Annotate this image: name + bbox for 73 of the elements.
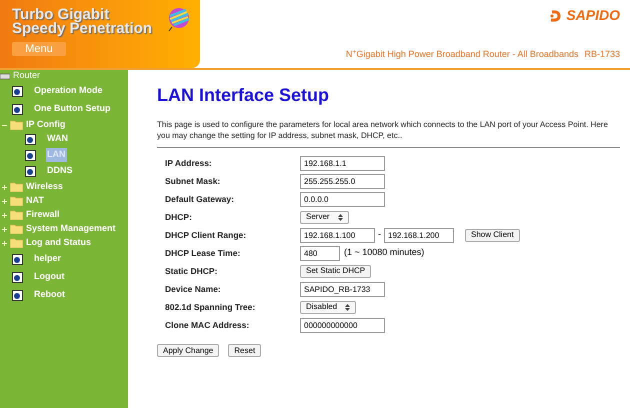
folder-icon [10,210,23,220]
nav-link[interactable]: helper [33,252,62,266]
lease-note: (1 ~ 10080 minutes) [344,246,424,260]
form-button[interactable]: Set Static DHCP [300,264,372,278]
banner-title: Turbo Gigabit [12,8,110,22]
nav-folder[interactable]: Log and Status [26,236,91,250]
nav-folder[interactable]: System Management [26,222,116,236]
nav-link[interactable]: WAN [46,132,69,146]
folder-icon [10,120,23,130]
input-field[interactable]: SAPIDO_RB-1733 [300,282,385,296]
nav-link[interactable]: One Button Setup [33,102,112,116]
folder-icon [10,238,23,248]
input-field[interactable]: 192.168.1.1 [300,156,385,170]
folder-icon [10,182,23,192]
input-field[interactable]: 480 [300,246,340,260]
nav-link[interactable]: Reboot [33,288,66,302]
field-label: Subnet Mask: [165,174,222,188]
tagline: N$^{+}$Gigabit High Power Broadband Router - All Broadbands RB-1733 [346,48,620,61]
range-separator: - [378,228,381,242]
balloon-icon [166,6,192,32]
folder-icon [10,196,23,206]
page-icon [25,166,36,176]
updown-icon [338,214,343,220]
page-title: LAN Interface Setup [157,84,330,107]
nav-folder[interactable]: Wireless [26,180,63,194]
input-field[interactable]: 192.168.1.100 [300,228,375,242]
field-label: Static DHCP: [165,264,218,278]
plus-icon[interactable] [2,226,7,232]
page-icon [12,272,23,282]
form-button[interactable]: Apply Change [157,344,220,357]
input-field[interactable]: 192.168.1.200 [384,228,454,242]
field-label: DHCP Client Range: [165,228,248,242]
nav-folder[interactable]: NAT [26,194,44,208]
field-label: IP Address: [165,156,213,170]
plus-icon[interactable] [2,212,7,218]
plus-icon[interactable] [2,184,7,190]
input-field[interactable]: 000000000000 [300,318,385,332]
input-field[interactable]: 0.0.0.0 [300,192,385,206]
nav-folder[interactable]: Firewall [26,208,60,222]
form-button[interactable]: Show Client [465,228,520,242]
menu-button[interactable]: Menu [12,42,66,56]
form-button[interactable]: Reset [228,344,262,357]
nav-link[interactable]: Operation Mode [33,84,104,98]
select-field[interactable]: Server [300,210,349,224]
folder-icon [10,224,23,234]
nav-link[interactable]: DDNS [46,164,74,178]
logo-icon [549,8,564,22]
field-label: 802.1d Spanning Tree: [165,300,256,314]
page-icon [12,104,23,114]
nav-folder[interactable]: IP Config [26,118,66,132]
field-label: Clone MAC Address: [165,318,250,332]
updown-icon [345,304,350,310]
nav-link[interactable]: LAN [46,148,66,162]
field-label: DHCP Lease Time: [165,246,242,260]
field-label: Device Name: [165,282,222,296]
plus-icon[interactable] [2,240,7,246]
plus-icon[interactable] [2,198,7,204]
page-icon [12,254,23,264]
banner-title: Speedy Penetration [12,22,152,36]
page-icon [25,134,36,144]
field-label: Default Gateway: [165,192,235,206]
select-field[interactable]: Disabled [300,300,356,314]
field-label: DHCP: [165,210,193,224]
page-icon [12,86,23,96]
router-icon [0,72,10,80]
nav-link[interactable]: Logout [33,270,66,284]
input-field[interactable]: 255.255.255.0 [300,174,385,188]
tree-root: Router [13,69,40,82]
minus-icon[interactable] [2,122,7,128]
brand-logo: SAPIDO [566,6,620,25]
page-icon [12,290,23,300]
page-description: This page is used to configure the parameters for local area network which connects to the LAN port of your Access Point. Here you may change the setting for IP address, subnet mask, DHCP, etc.. [157,119,609,141]
page-icon [25,150,36,160]
